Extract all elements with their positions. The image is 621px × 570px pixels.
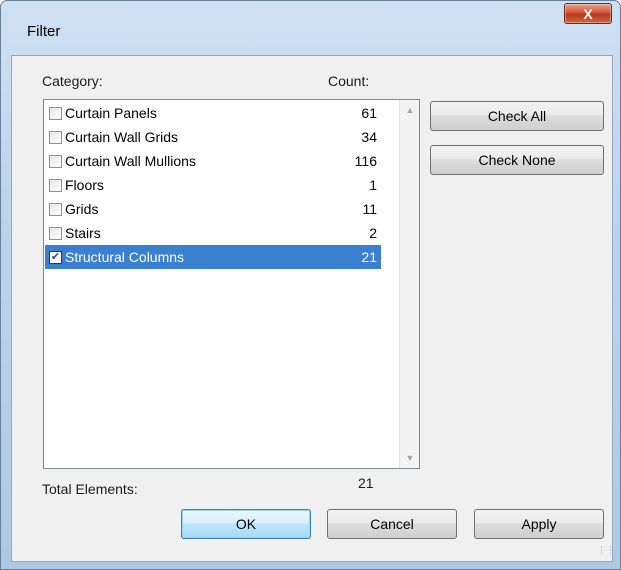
apply-button[interactable]: Apply <box>474 509 604 539</box>
ok-button[interactable]: OK <box>181 509 311 539</box>
list-item-label: Stairs <box>65 225 101 241</box>
list-item-floors[interactable]: Floors 1 <box>45 173 381 197</box>
list-item-count: 11 <box>362 201 377 217</box>
checkbox[interactable] <box>49 106 62 120</box>
close-icon: X <box>583 5 593 22</box>
title-bar[interactable]: Filter X <box>1 1 620 55</box>
list-item-count: 2 <box>369 225 377 241</box>
close-button[interactable]: X <box>564 3 612 24</box>
list-item-count: 61 <box>361 105 377 121</box>
check-all-button[interactable]: Check All <box>430 101 604 131</box>
list-item-label: Curtain Panels <box>65 105 157 121</box>
scroll-up-icon[interactable]: ▲ <box>400 100 420 120</box>
checkbox[interactable] <box>49 130 62 144</box>
list-item-curtain-wall-grids[interactable]: Curtain Wall Grids 34 <box>45 125 381 149</box>
total-elements-value: 21 <box>358 475 374 491</box>
list-item-stairs[interactable]: Stairs 2 <box>45 221 381 245</box>
total-elements-label: Total Elements: <box>42 481 138 497</box>
cancel-button[interactable]: Cancel <box>327 509 457 539</box>
checkbox[interactable] <box>49 202 62 216</box>
list-item-count: 1 <box>369 177 377 193</box>
checkbox[interactable] <box>49 178 62 192</box>
list-item-label: Floors <box>65 177 104 193</box>
list-item-count: 21 <box>361 249 377 265</box>
list-item-label: Curtain Wall Mullions <box>65 153 196 169</box>
list-item-label: Grids <box>65 201 99 217</box>
list-item-structural-columns[interactable]: ✔ Structural Columns 21 <box>45 245 381 269</box>
list-item-grids[interactable]: Grids 11 <box>45 197 381 221</box>
checkbox[interactable] <box>49 226 62 240</box>
list-item-count: 34 <box>361 129 377 145</box>
checkmark-icon: ✔ <box>50 250 61 263</box>
scroll-down-icon[interactable]: ▼ <box>400 448 420 468</box>
list-item-curtain-wall-mullions[interactable]: Curtain Wall Mullions 116 <box>45 149 381 173</box>
window-title: Filter <box>27 23 61 40</box>
list-item-curtain-panels[interactable]: Curtain Panels 61 <box>45 101 381 125</box>
vertical-scrollbar[interactable]: ▲ ▼ <box>399 100 419 468</box>
list-item-label: Structural Columns <box>65 249 185 265</box>
list-item-count: 116 <box>354 153 377 169</box>
dialog-body: Category: Count: Curtain Panels 61 Curta… <box>11 55 615 562</box>
filter-dialog: Filter X Category: Count: Curtain Panels… <box>0 0 621 570</box>
checkbox[interactable] <box>49 154 62 168</box>
resize-grip-icon[interactable]: ⋮⋮ <box>597 546 615 558</box>
check-none-button[interactable]: Check None <box>430 145 604 175</box>
category-list[interactable]: Curtain Panels 61 Curtain Wall Grids 34 … <box>43 99 420 469</box>
category-label: Category: <box>42 73 103 89</box>
checkbox-checked[interactable]: ✔ <box>49 250 62 264</box>
count-label: Count: <box>328 73 370 89</box>
list-item-label: Curtain Wall Grids <box>65 129 179 145</box>
